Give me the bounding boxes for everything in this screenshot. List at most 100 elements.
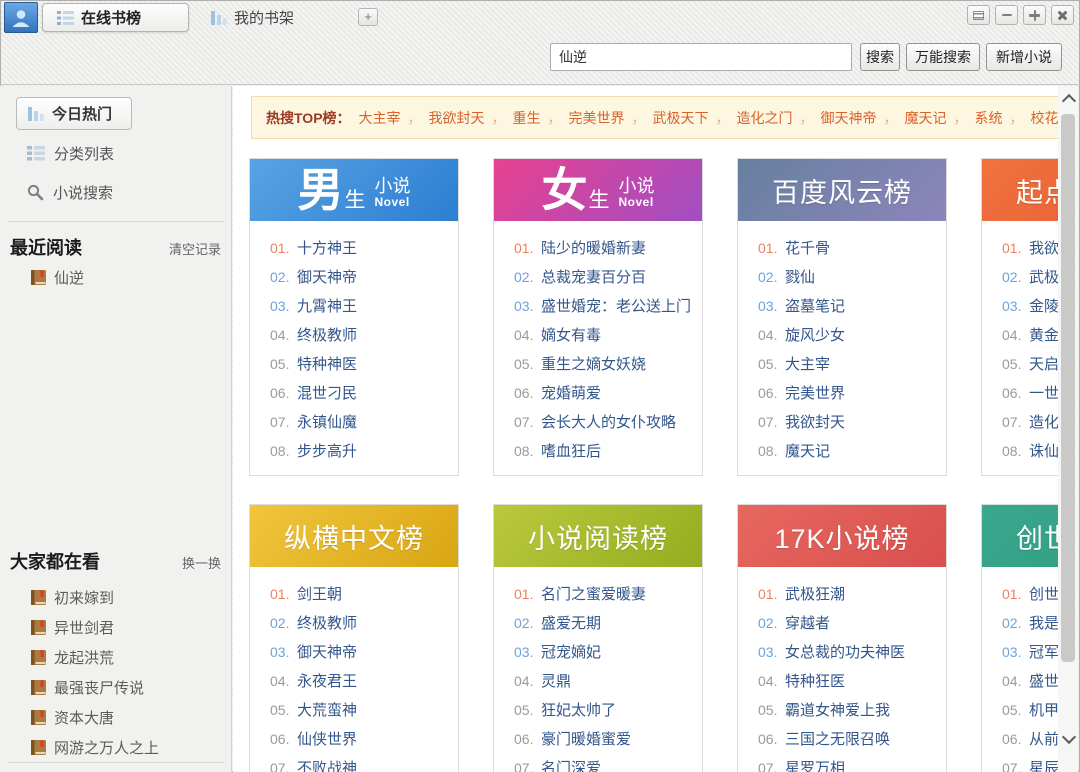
hot-search-link[interactable]: 完美世界 bbox=[569, 110, 625, 126]
list-item[interactable]: 资本大唐 bbox=[30, 702, 225, 732]
novel-title-link[interactable]: 陆少的暖婚新妻 bbox=[541, 237, 646, 258]
novel-title-link[interactable]: 终极教师 bbox=[297, 324, 357, 345]
novel-title-link[interactable]: 终极教师 bbox=[297, 612, 357, 633]
hot-search-link[interactable]: 重生 bbox=[513, 110, 541, 126]
novel-title-link[interactable]: 武极天下 bbox=[1029, 266, 1058, 287]
tab-online-ranking[interactable]: 在线书榜 bbox=[42, 3, 189, 32]
novel-title-link[interactable]: 步步高升 bbox=[297, 440, 357, 461]
sidebar-item-today-hot[interactable]: 今日热门 bbox=[16, 97, 132, 130]
novel-title-link[interactable]: 冠军 bbox=[1029, 641, 1058, 662]
hot-search-link[interactable]: 系统 bbox=[975, 110, 1003, 126]
book-title[interactable]: 龙起洪荒 bbox=[54, 647, 114, 668]
novel-title-link[interactable]: 花千骨 bbox=[785, 237, 830, 258]
novel-title-link[interactable]: 盛爱无期 bbox=[541, 612, 601, 633]
book-title[interactable]: 异世剑君 bbox=[54, 617, 114, 638]
novel-title-link[interactable]: 御天神帝 bbox=[297, 641, 357, 662]
hot-search-link[interactable]: 造化之门 bbox=[737, 110, 793, 126]
search-button[interactable]: 搜索 bbox=[860, 43, 900, 71]
novel-title-link[interactable]: 星罗万相 bbox=[785, 757, 845, 772]
novel-title-link[interactable]: 特种神医 bbox=[297, 353, 357, 374]
novel-title-link[interactable]: 诛仙 bbox=[1029, 440, 1058, 461]
book-title[interactable]: 资本大唐 bbox=[54, 707, 114, 728]
novel-title-link[interactable]: 总裁宠妻百分百 bbox=[541, 266, 646, 287]
novel-title-link[interactable]: 从前 bbox=[1029, 728, 1058, 749]
list-item[interactable]: 龙起洪荒 bbox=[30, 642, 225, 672]
novel-title-link[interactable]: 御天神帝 bbox=[297, 266, 357, 287]
minimize-button[interactable] bbox=[995, 5, 1018, 25]
hot-search-link[interactable]: 大主宰 bbox=[359, 110, 401, 126]
novel-title-link[interactable]: 戮仙 bbox=[785, 266, 815, 287]
novel-title-link[interactable]: 九霄神王 bbox=[297, 295, 357, 316]
novel-title-link[interactable]: 造化之门 bbox=[1029, 411, 1058, 432]
novel-title-link[interactable]: 混世刁民 bbox=[297, 382, 357, 403]
novel-title-link[interactable]: 狂妃太帅了 bbox=[541, 699, 616, 720]
user-avatar[interactable] bbox=[4, 2, 38, 33]
novel-title-link[interactable]: 旋风少女 bbox=[785, 324, 845, 345]
list-item[interactable]: 初来嫁到 bbox=[30, 582, 225, 612]
novel-title-link[interactable]: 永镇仙魔 bbox=[297, 411, 357, 432]
hot-search-link[interactable]: 魔天记 bbox=[905, 110, 947, 126]
hot-search-link[interactable]: 我欲封天 bbox=[429, 110, 485, 126]
novel-title-link[interactable]: 嗜血狂后 bbox=[541, 440, 601, 461]
novel-title-link[interactable]: 霸道女神爱上我 bbox=[785, 699, 890, 720]
hot-search-link[interactable]: 校花的贴身高手 bbox=[1031, 110, 1058, 126]
skin-button[interactable] bbox=[967, 5, 990, 25]
clear-history-link[interactable]: 清空记录 bbox=[169, 239, 221, 258]
novel-title-link[interactable]: 魔天记 bbox=[785, 440, 830, 461]
refresh-link[interactable]: 换一换 bbox=[182, 553, 221, 572]
novel-title-link[interactable]: 十方神王 bbox=[297, 237, 357, 258]
novel-title-link[interactable]: 盗墓笔记 bbox=[785, 295, 845, 316]
novel-title-link[interactable]: 宠婚萌爱 bbox=[541, 382, 601, 403]
scroll-down-arrow-icon[interactable] bbox=[1061, 732, 1075, 746]
novel-title-link[interactable]: 武极狂潮 bbox=[785, 583, 845, 604]
book-title[interactable]: 网游之万人之上 bbox=[54, 737, 159, 758]
novel-title-link[interactable]: 金陵 bbox=[1029, 295, 1058, 316]
list-item[interactable]: 网游之万人之上 bbox=[30, 732, 225, 762]
novel-title-link[interactable]: 一世 bbox=[1029, 382, 1058, 403]
list-item[interactable]: 最强丧尸传说 bbox=[30, 672, 225, 702]
book-title[interactable]: 仙逆 bbox=[54, 267, 84, 288]
universal-search-button[interactable]: 万能搜索 bbox=[906, 43, 980, 71]
novel-title-link[interactable]: 冠宠嫡妃 bbox=[541, 641, 601, 662]
scroll-up-arrow-icon[interactable] bbox=[1061, 92, 1075, 106]
book-title[interactable]: 最强丧尸传说 bbox=[54, 677, 144, 698]
novel-title-link[interactable]: 永夜君王 bbox=[297, 670, 357, 691]
novel-title-link[interactable]: 天启 bbox=[1029, 353, 1058, 374]
novel-title-link[interactable]: 三国之无限召唤 bbox=[785, 728, 890, 749]
novel-title-link[interactable]: 机甲 bbox=[1029, 699, 1058, 720]
novel-title-link[interactable]: 完美世界 bbox=[785, 382, 845, 403]
novel-title-link[interactable]: 大荒蛮神 bbox=[297, 699, 357, 720]
novel-title-link[interactable]: 名门之蜜爱暖妻 bbox=[541, 583, 646, 604]
novel-title-link[interactable]: 名门深爱 bbox=[541, 757, 601, 772]
novel-title-link[interactable]: 大主宰 bbox=[785, 353, 830, 374]
novel-title-link[interactable]: 黄金 bbox=[1029, 324, 1058, 345]
novel-title-link[interactable]: 重生之嫡女妖娆 bbox=[541, 353, 646, 374]
hot-search-link[interactable]: 御天神帝 bbox=[821, 110, 877, 126]
book-title[interactable]: 初来嫁到 bbox=[54, 587, 114, 608]
novel-title-link[interactable]: 会长大人的女仆攻略 bbox=[541, 411, 676, 432]
list-item[interactable]: 仙逆 bbox=[30, 262, 225, 292]
hot-search-link[interactable]: 武极天下 bbox=[653, 110, 709, 126]
scrollbar-thumb[interactable] bbox=[1061, 114, 1075, 662]
tab-my-bookshelf[interactable]: 我的书架 bbox=[196, 3, 308, 32]
vertical-scrollbar[interactable] bbox=[1058, 86, 1078, 772]
novel-title-link[interactable]: 盛世 bbox=[1029, 670, 1058, 691]
novel-title-link[interactable]: 盛世婚宠：老公送上门 bbox=[541, 295, 691, 316]
novel-title-link[interactable]: 嫡女有毒 bbox=[541, 324, 601, 345]
novel-title-link[interactable]: 豪门暖婚蜜爱 bbox=[541, 728, 631, 749]
novel-title-link[interactable]: 穿越者 bbox=[785, 612, 830, 633]
novel-title-link[interactable]: 剑王朝 bbox=[297, 583, 342, 604]
novel-title-link[interactable]: 星辰 bbox=[1029, 757, 1058, 772]
novel-title-link[interactable]: 特种狂医 bbox=[785, 670, 845, 691]
list-item[interactable]: 异世剑君 bbox=[30, 612, 225, 642]
sidebar-item-category-list[interactable]: 分类列表 bbox=[27, 143, 114, 164]
sidebar-item-novel-search[interactable]: 小说搜索 bbox=[27, 182, 113, 203]
novel-title-link[interactable]: 我是 bbox=[1029, 612, 1058, 633]
new-tab-button[interactable]: + bbox=[358, 8, 378, 26]
add-novel-button[interactable]: 新增小说 bbox=[986, 43, 1062, 71]
novel-title-link[interactable]: 创世 bbox=[1029, 583, 1058, 604]
novel-title-link[interactable]: 我欲封天 bbox=[785, 411, 845, 432]
novel-title-link[interactable]: 我欲封天 bbox=[1029, 237, 1058, 258]
close-button[interactable] bbox=[1051, 5, 1074, 25]
maximize-button[interactable] bbox=[1023, 5, 1046, 25]
